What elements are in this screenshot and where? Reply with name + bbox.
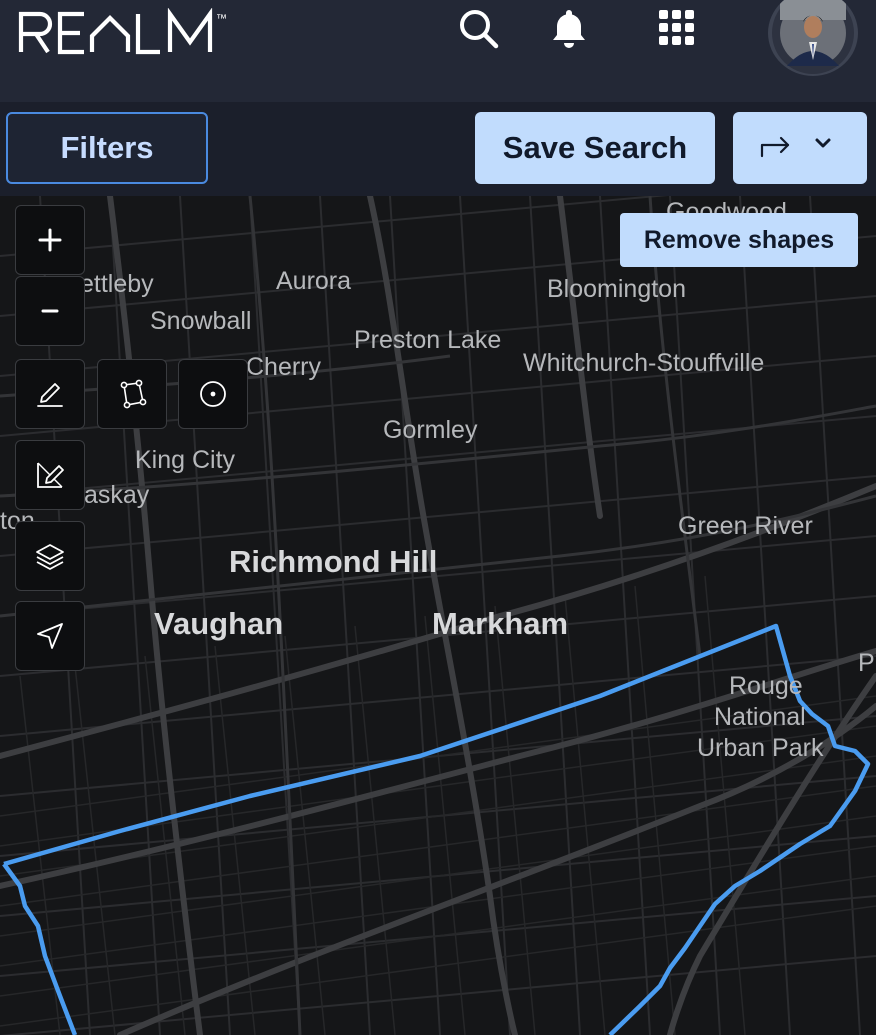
search-toolbar: Filters Save Search [0,102,876,196]
top-bar: ™ [0,0,876,102]
label-rouge-line-3: Urban Park [697,734,824,762]
save-search-button[interactable]: Save Search [475,112,715,184]
label-whitchurch-stouffville: Whitchurch-Stouffville [523,349,765,377]
locate-icon [37,623,63,649]
svg-text:™: ™ [216,13,227,25]
zoom-out-button[interactable] [15,276,85,346]
zoom-in-button[interactable] [15,205,85,275]
polygon-draw-icon [120,379,147,409]
realm-logo-mark: ™ [18,7,227,55]
avatar[interactable] [768,0,858,76]
label-schomberg: ettleby [80,270,154,298]
layers-icon [36,544,64,570]
label-snowball: Snowball [150,307,252,335]
label-cherry: Cherry [246,353,322,381]
search-icon[interactable] [456,6,500,50]
label-gormley: Gormley [383,416,478,444]
label-bloomington: Bloomington [547,275,686,303]
layers-button[interactable] [15,521,85,591]
bell-icon[interactable] [547,6,591,50]
label-aurora: Aurora [276,267,352,295]
label-green-river: Green River [678,512,813,540]
grid-menu-icon[interactable] [655,6,699,50]
label-rouge-line-1: Rouge [729,672,803,700]
label-rouge-line-2: National [714,703,806,731]
circle-draw-icon [200,381,226,407]
zoom-in-icon [38,228,62,252]
share-arrow-icon [760,136,790,158]
edit-shape-button[interactable] [15,440,85,510]
chevron-down-icon [815,138,831,148]
realm-logo[interactable]: ™ [18,7,238,56]
pencil-draw-icon [37,383,63,407]
share-dropdown-button[interactable] [733,112,867,184]
draw-freehand-button[interactable] [15,359,85,429]
locate-me-button[interactable] [15,601,85,671]
zoom-out-icon [41,309,59,313]
remove-shapes-button[interactable]: Remove shapes [620,213,858,267]
draw-polygon-button[interactable] [97,359,167,429]
label-vaughan: Vaughan [154,606,284,641]
label-markham: Markham [432,606,569,641]
map-view[interactable]: Goodwood ettleby Aurora Bloomington Snow… [0,196,876,1035]
label-kettleby: askay [84,481,150,509]
edit-shape-icon [37,462,64,488]
label-preston-lake: Preston Lake [354,326,502,354]
label-king-city: King City [135,446,236,474]
label-richmond-hill: Richmond Hill [229,544,438,579]
draw-circle-button[interactable] [178,359,248,429]
filters-button[interactable]: Filters [6,112,208,184]
label-pickering: P [858,649,875,677]
